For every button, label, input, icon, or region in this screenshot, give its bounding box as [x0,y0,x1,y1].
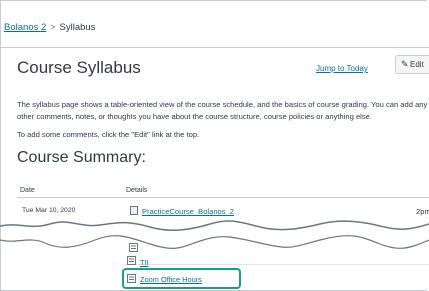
edit-button[interactable]: ✎ Edit [395,55,429,74]
row-divider [124,264,429,265]
row-date: Tue Mar 10, 2020 [22,207,76,214]
row-time: 2pm [416,207,429,216]
edit-button-label: Edit [410,60,424,69]
assignment-icon [129,243,138,252]
row-item-link[interactable]: PracticeCourse_Bolanos_2 [142,207,234,216]
calendar-icon [130,206,138,215]
breadcrumb-current: Syllabus [59,22,96,33]
column-header-date: Date [20,187,35,194]
syllabus-description: The syllabus page shows a table-oriented… [17,100,428,121]
highlight-box [122,268,241,289]
breadcrumb: Bolanos 2 > Syllabus [4,22,95,33]
column-header-details: Details [126,187,148,194]
course-summary-heading: Course Summary: [17,149,146,166]
pencil-icon: ✎ [401,59,409,69]
table-header-divider [17,197,429,198]
breadcrumb-separator: > [50,22,56,32]
til-link[interactable]: TII [140,258,149,267]
assignment-icon [127,256,136,265]
page-title: Course Syllabus [17,58,141,77]
torn-edge-divider [0,220,429,250]
edit-hint: To add some comments, click the "Edit" l… [17,130,200,139]
breadcrumb-course-link[interactable]: Bolanos 2 [4,22,46,33]
jump-to-today-link[interactable]: Jump to Today [316,64,368,73]
top-bar: Bolanos 2 > Syllabus [0,0,429,48]
